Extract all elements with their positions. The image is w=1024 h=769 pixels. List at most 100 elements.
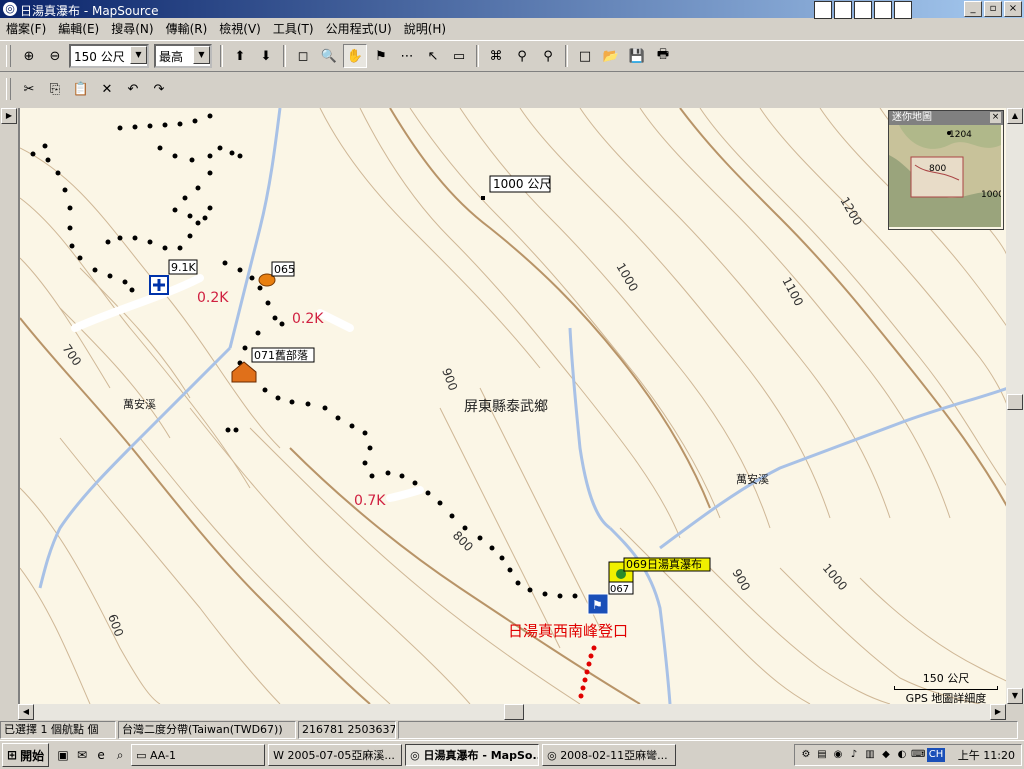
task-mapsource-2[interactable]: ◎ 2008-02-11亞麻彎... xyxy=(542,744,677,766)
waypoint-067[interactable]: ⚑ 067 xyxy=(587,581,634,615)
cut-icon[interactable]: ✂ xyxy=(17,77,41,101)
distance-label: 0.2K xyxy=(292,311,324,327)
route-tool-icon[interactable]: ⋯ xyxy=(395,44,419,68)
measure-tool-icon[interactable]: ▭ xyxy=(447,44,471,68)
menu-search[interactable]: 搜尋(N) xyxy=(105,20,159,37)
copy-icon[interactable]: ⎘ xyxy=(43,77,67,101)
hand-pan-tool-icon[interactable]: ✋ xyxy=(343,44,367,68)
print-icon[interactable]: 🖶 xyxy=(651,44,675,68)
zoom-tool-icon[interactable]: 🔍 xyxy=(317,44,341,68)
excel-icon[interactable]: X xyxy=(834,1,852,19)
waypoint-071[interactable]: 071舊部落 xyxy=(231,347,315,383)
map-view[interactable]: 700 900 800 600 900 1000 1100 1200 1000 … xyxy=(18,108,1008,704)
chevron-down-icon[interactable]: ▼ xyxy=(193,46,210,64)
selection-arrow-tool-icon[interactable]: ↖ xyxy=(421,44,445,68)
mapsource-app-icon[interactable]: ◎ xyxy=(3,2,17,16)
find-binoculars-icon[interactable]: ⌘ xyxy=(484,44,508,68)
scroll-thumb[interactable] xyxy=(1007,394,1023,410)
undo-icon[interactable]: ↶ xyxy=(121,77,145,101)
scroll-left-arrow-icon[interactable]: ◀ xyxy=(18,704,34,720)
tray-update-icon[interactable]: ◐ xyxy=(895,748,909,762)
scale-value: 150 公尺 xyxy=(922,672,970,685)
vertical-scrollbar[interactable]: ▲ ▼ xyxy=(1006,108,1024,704)
tray-security-icon[interactable]: ◆ xyxy=(879,748,893,762)
open-folder-icon[interactable]: 📂 xyxy=(599,44,623,68)
town-label: 屏東縣泰武鄉 xyxy=(464,399,548,415)
save-icon[interactable]: 💾 xyxy=(625,44,649,68)
restore-button[interactable]: ▫ xyxy=(984,1,1002,17)
expand-pane-arrow-icon[interactable]: ▶ xyxy=(1,108,17,124)
paste-icon[interactable]: 📋 xyxy=(69,77,93,101)
zoom-out-button[interactable]: ⊖ xyxy=(43,44,67,68)
select-area-tool-icon[interactable]: ◻ xyxy=(291,44,315,68)
upload-to-device-icon[interactable]: ⬆ xyxy=(228,44,252,68)
access-icon[interactable]: A xyxy=(874,1,892,19)
menu-help[interactable]: 說明(H) xyxy=(398,20,452,37)
tray-network-icon[interactable]: ▤ xyxy=(815,748,829,762)
windows-logo-icon: ⊞ xyxy=(7,748,18,762)
search-icon[interactable]: ⌕ xyxy=(112,747,128,763)
task-mapsource[interactable]: ◎ 日湯真瀑布 - MapSo... xyxy=(405,744,540,766)
start-button[interactable]: ⊞ 開始 xyxy=(2,743,50,767)
new-file-icon[interactable]: □ xyxy=(573,44,597,68)
menu-file[interactable]: 檔案(F) xyxy=(0,20,52,37)
outlook-icon[interactable]: ✉ xyxy=(74,747,90,763)
redo-icon[interactable]: ↷ xyxy=(147,77,171,101)
toolbar-grip[interactable] xyxy=(6,78,11,100)
find-places-icon[interactable]: ⚲ xyxy=(510,44,534,68)
find-nearest-icon[interactable]: ⚲ xyxy=(536,44,560,68)
download-from-device-icon[interactable]: ⬇ xyxy=(254,44,278,68)
tray-antivirus-icon[interactable]: ◉ xyxy=(831,748,845,762)
left-pane-collapsed[interactable]: ▶ xyxy=(0,106,18,720)
task-word-doc[interactable]: W 2005-07-05亞麻溪... xyxy=(268,744,403,766)
zoom-in-button[interactable]: ⊕ xyxy=(17,44,41,68)
scale-select[interactable]: 150 公尺 ▼ xyxy=(69,44,149,68)
show-desktop-icon[interactable]: ▣ xyxy=(55,747,71,763)
menu-transfer[interactable]: 傳輸(R) xyxy=(160,20,214,37)
separator xyxy=(283,45,286,67)
toolbar-grip[interactable] xyxy=(6,45,11,67)
word-icon[interactable]: W xyxy=(814,1,832,19)
minimize-button[interactable]: _ xyxy=(964,1,982,17)
close-button[interactable]: × xyxy=(1004,1,1022,17)
powerpoint-icon[interactable]: P xyxy=(854,1,872,19)
mini-map-panel[interactable]: 迷你地圖 × 1204 800 1000 xyxy=(888,110,1004,230)
stream-label: 萬安溪 xyxy=(736,472,769,486)
tray-app-icon[interactable]: ⚙ xyxy=(799,748,813,762)
scroll-up-arrow-icon[interactable]: ▲ xyxy=(1007,108,1023,124)
menu-utilities[interactable]: 公用程式(U) xyxy=(320,20,398,37)
language-indicator[interactable]: CH xyxy=(927,748,945,762)
close-icon[interactable]: × xyxy=(990,112,1001,123)
detail-select[interactable]: 最高 ▼ xyxy=(154,44,212,68)
word-icon: W xyxy=(273,748,288,762)
waypoint-065[interactable]: 065 xyxy=(258,261,295,287)
contour-label: 900 xyxy=(439,366,460,392)
delete-icon[interactable]: ✕ xyxy=(95,77,119,101)
tray-ime-icon[interactable]: ⌨ xyxy=(911,748,925,762)
menu-view[interactable]: 檢視(V) xyxy=(213,20,267,37)
window-title: 日湯真瀑布 - MapSource xyxy=(20,4,159,18)
task-label: 2005-07-05亞麻溪... xyxy=(287,749,395,762)
menu-tools[interactable]: 工具(T) xyxy=(267,20,320,37)
topographic-map[interactable]: 700 900 800 600 900 1000 1100 1200 1000 … xyxy=(20,108,1008,704)
waypoint-flag-tool-icon[interactable]: ⚑ xyxy=(369,44,393,68)
task-aa1[interactable]: ▭ AA-1 xyxy=(131,744,266,766)
clock[interactable]: 上午 11:20 xyxy=(958,747,1021,763)
task-label: 日湯真瀑布 - MapSo... xyxy=(423,749,540,762)
ie-icon[interactable]: e xyxy=(93,747,109,763)
scroll-right-arrow-icon[interactable]: ▶ xyxy=(990,704,1006,720)
start-label: 開始 xyxy=(20,748,45,763)
menu-edit[interactable]: 編輯(E) xyxy=(52,20,105,37)
mini-map-view[interactable]: 1204 800 1000 xyxy=(889,125,1004,227)
ie-icon[interactable]: e xyxy=(894,1,912,19)
mini-map-titlebar[interactable]: 迷你地圖 × xyxy=(889,111,1003,125)
scroll-down-arrow-icon[interactable]: ▼ xyxy=(1007,688,1023,704)
peak-marker[interactable] xyxy=(481,196,485,200)
contour-label: 1200 xyxy=(837,195,864,228)
tray-volume-icon[interactable]: ♪ xyxy=(847,748,861,762)
tray-monitor-icon[interactable]: ▥ xyxy=(863,748,877,762)
chevron-down-icon[interactable]: ▼ xyxy=(130,46,147,64)
distance-label: 0.7K xyxy=(354,493,386,509)
scroll-thumb[interactable] xyxy=(504,704,524,720)
horizontal-scrollbar[interactable]: ◀ ▶ xyxy=(18,704,1006,720)
